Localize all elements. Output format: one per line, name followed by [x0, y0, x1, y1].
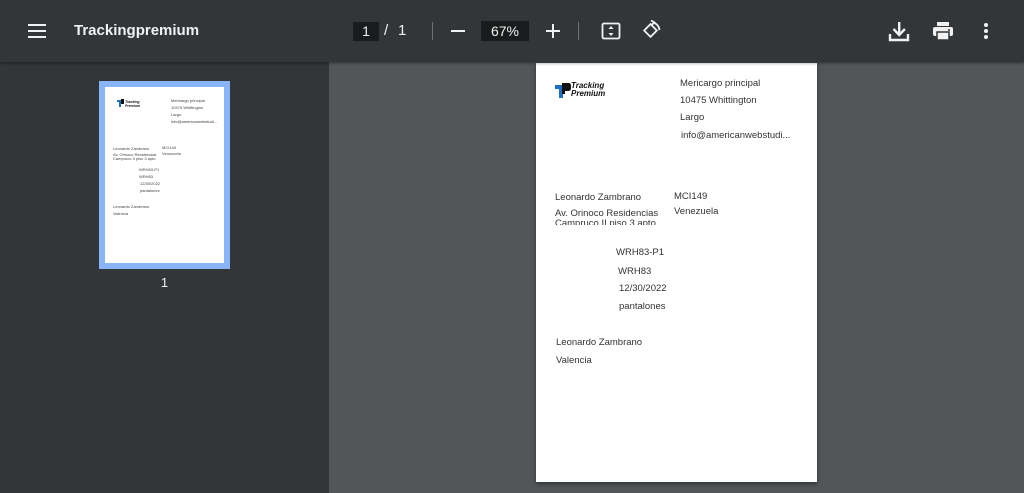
logo-line2: Premium	[571, 88, 606, 98]
page-total: 1	[398, 22, 407, 39]
thumbnail-sidebar: Tracking Premium Mericargo principal 104…	[0, 62, 329, 493]
footer-name: Leonardo Zambrano	[556, 337, 643, 348]
more-actions-button[interactable]	[976, 17, 996, 45]
zoom-level-input[interactable]: 67%	[481, 21, 529, 41]
sender-email: info@americanwebstudi...	[681, 130, 791, 141]
pdf-toolbar: Trackingpremium 1 / 1 67%	[0, 0, 1024, 62]
thumb-sender-name: Mericargo principal	[171, 98, 205, 103]
sender-name: Mericargo principal	[680, 78, 761, 89]
thumb-content: pantalones	[140, 188, 160, 193]
fit-to-page-button[interactable]	[598, 18, 624, 44]
document-title: Trackingpremium	[74, 22, 200, 39]
pdf-page: Tracking Premium Mericargo principal 104…	[536, 63, 817, 482]
thumb-reference: WRH83-P1	[139, 167, 160, 172]
more-vert-icon	[984, 23, 988, 39]
shipment-content: pantalones	[619, 301, 666, 312]
plus-icon	[546, 24, 560, 38]
logo-text: Tracking Premium	[571, 82, 605, 97]
fit-to-page-icon	[601, 22, 621, 40]
thumb-footer-name: Leonardo Zambrano	[113, 204, 150, 209]
thumb-sender-email: info@americanwebstudi...	[171, 119, 218, 124]
thumb-recipient-address2: Campruco II piso 3 apto	[113, 156, 156, 161]
thumbnail-page-preview: Tracking Premium Mericargo principal 104…	[105, 87, 224, 263]
tracking-premium-logo: Tracking Premium	[117, 99, 140, 108]
rotate-icon	[642, 20, 661, 39]
page-number-input[interactable]: 1	[353, 22, 379, 41]
download-icon	[888, 22, 910, 42]
svg-text:Premium: Premium	[125, 104, 140, 108]
thumb-recipient-code: MCI149	[162, 145, 177, 150]
sender-city: Largo	[680, 112, 705, 123]
warehouse-code: WRH83	[618, 266, 652, 277]
rotate-button[interactable]	[637, 17, 665, 45]
page-separator: /	[384, 22, 389, 39]
zoom-in-button[interactable]	[541, 18, 565, 44]
recipient-country: Venezuela	[674, 206, 719, 217]
thumb-date: 12/30/2022	[140, 181, 161, 186]
sender-address: 10475 Whittington	[680, 95, 757, 106]
thumb-sender-city: Largo	[171, 112, 182, 117]
zoom-out-button[interactable]	[446, 18, 470, 44]
shipment-date: 12/30/2022	[619, 283, 667, 294]
recipient-address-line1: Av. Orinoco Residencias	[555, 208, 659, 218]
thumb-footer-city: Valencia	[113, 211, 129, 216]
toolbar-divider	[432, 22, 433, 40]
tracking-premium-logo: Tracking Premium	[555, 81, 625, 101]
toolbar-divider	[578, 22, 579, 40]
thumb-sender-address: 10475 Whittington	[171, 105, 204, 110]
print-icon	[933, 22, 953, 41]
recipient-code: MCI149	[674, 191, 708, 202]
footer-city: Valencia	[556, 355, 592, 366]
print-button[interactable]	[929, 17, 957, 45]
shipment-reference: WRH83-P1	[616, 247, 665, 258]
thumb-recipient-country: Venezuela	[162, 151, 181, 156]
thumb-recipient-name: Leonardo Zambrano	[113, 146, 150, 151]
page-thumbnail[interactable]: Tracking Premium Mericargo principal 104…	[99, 81, 230, 269]
recipient-address-line2: Campruco II piso 3 apto	[555, 218, 656, 225]
thumb-warehouse: WRH83	[139, 174, 154, 179]
document-viewer[interactable]: Tracking Premium Mericargo principal 104…	[329, 62, 1024, 493]
logo-mark-icon	[555, 83, 571, 98]
recipient-name: Leonardo Zambrano	[555, 192, 642, 203]
thumbnail-page-number: 1	[160, 275, 169, 290]
download-button[interactable]	[885, 17, 913, 45]
minus-icon	[451, 30, 465, 32]
menu-button[interactable]	[22, 16, 52, 46]
hamburger-menu-icon	[28, 24, 46, 38]
